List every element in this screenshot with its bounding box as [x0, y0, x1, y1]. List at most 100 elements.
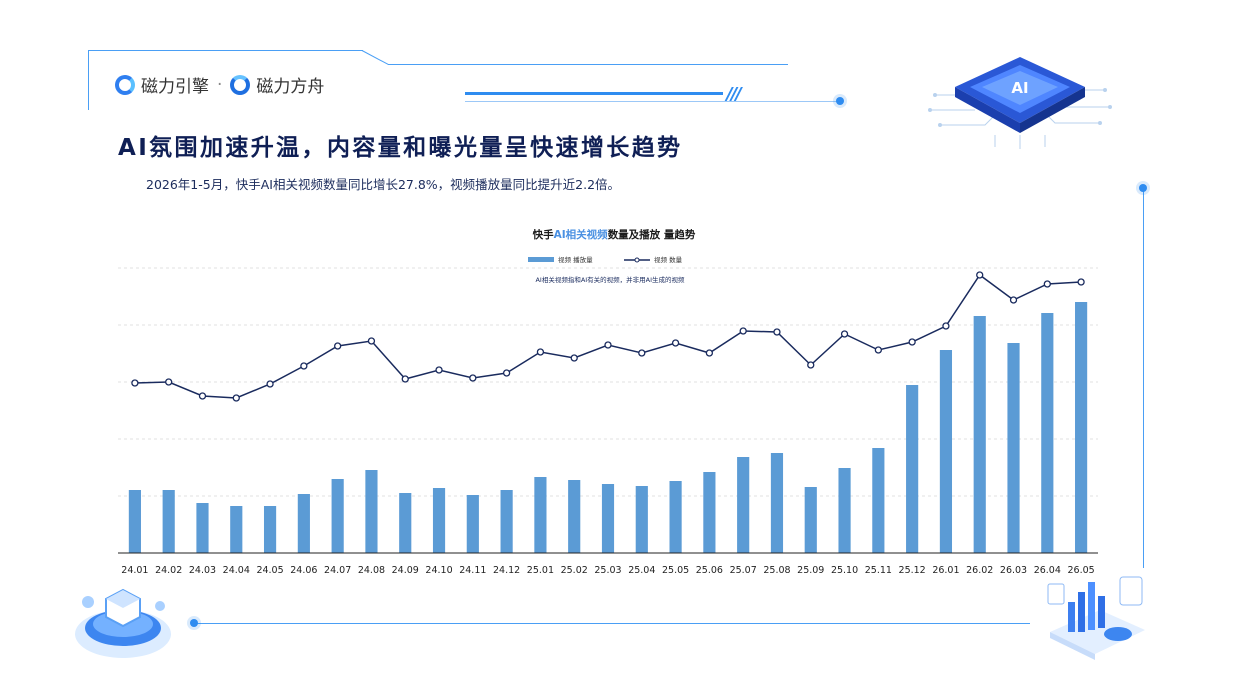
- x-tick-label: 25.08: [763, 565, 790, 576]
- line-point-24.09: [401, 375, 409, 383]
- line-point-24.12: [502, 369, 511, 377]
- x-tick-label: 24.06: [290, 565, 317, 576]
- line-point-26.01: [942, 322, 950, 330]
- line-point-26.03: [1009, 296, 1018, 304]
- x-tick-label: 25.09: [797, 565, 824, 576]
- line-point-26.04: [1043, 280, 1051, 288]
- x-tick-label: 24.11: [459, 565, 486, 576]
- legend-bar-label: 视频 播放量: [558, 255, 593, 264]
- line-point-24.07: [334, 342, 342, 350]
- bar-25.12: [906, 385, 919, 553]
- x-tick-label: 25.04: [628, 565, 655, 576]
- bar-24.02: [162, 490, 175, 553]
- bar-series: [128, 302, 1088, 553]
- x-tick-label: 25.06: [696, 565, 723, 576]
- line-point-25.02: [570, 354, 578, 362]
- x-tick-label: 25.12: [899, 565, 926, 576]
- x-tick-label: 26.03: [1000, 565, 1027, 576]
- x-tick-label: 24.07: [324, 565, 351, 576]
- bar-25.04: [635, 486, 648, 553]
- x-tick-label: 24.04: [223, 565, 250, 576]
- chart-note: AI相关视频指和AI有关的视频，并非用AI生成的视频: [535, 275, 685, 284]
- bar-25.03: [601, 484, 615, 553]
- line-point-24.10: [435, 366, 443, 374]
- x-tick-label: 24.09: [392, 565, 419, 576]
- line-point-25.07: [739, 327, 747, 335]
- bar-24.05: [263, 506, 277, 553]
- x-tick-label: 26.02: [966, 565, 993, 576]
- bar-26.03: [1007, 343, 1020, 553]
- chart-title-suffix: 数量及播放 量趋势: [607, 228, 696, 241]
- bar-25.08: [770, 453, 784, 553]
- bar-25.02: [568, 480, 581, 553]
- chart-title-prefix: 快手: [532, 228, 554, 241]
- chart-legend: 视频 播放量 视频 数量: [528, 255, 683, 264]
- bar-25.07: [737, 457, 750, 553]
- line-point-26.05: [1077, 278, 1085, 286]
- line-point-26.02: [976, 271, 984, 279]
- line-point-24.08: [367, 337, 376, 345]
- bar-26.01: [939, 350, 953, 553]
- bar-24.04: [230, 506, 243, 553]
- bar-25.11: [872, 448, 885, 553]
- x-tick-label: 25.01: [527, 565, 554, 576]
- x-tick-label: 25.02: [561, 565, 588, 576]
- bar-24.08: [365, 470, 378, 553]
- x-tick-label: 24.02: [155, 565, 182, 576]
- line-point-25.04: [638, 349, 646, 357]
- x-tick-label: 24.05: [256, 565, 283, 576]
- bar-24.07: [331, 479, 344, 553]
- x-tick-label: 25.10: [831, 565, 858, 576]
- bar-25.10: [838, 468, 851, 553]
- bar-24.11: [466, 495, 479, 553]
- line-point-24.05: [266, 380, 274, 388]
- bar-26.05: [1075, 302, 1088, 553]
- line-point-25.12: [908, 338, 916, 346]
- line-point-25.06: [705, 349, 714, 357]
- x-tick-label: 26.04: [1034, 565, 1061, 576]
- x-tick-label: 24.01: [121, 565, 148, 576]
- line-path: [134, 273, 1082, 399]
- line-point-24.06: [300, 362, 308, 370]
- bar-25.06: [703, 472, 716, 553]
- line-point-24.01: [131, 379, 139, 387]
- line-point-24.02: [165, 378, 173, 386]
- x-tick-label: 25.03: [594, 565, 621, 576]
- x-tick-label: 25.11: [865, 565, 892, 576]
- x-tick-label: 24.10: [425, 565, 452, 576]
- legend-line-marker: [634, 257, 640, 263]
- bar-24.01: [128, 490, 141, 553]
- x-tick-label: 24.08: [358, 565, 385, 576]
- chart-title-highlight: AI相关视频: [554, 228, 609, 241]
- chart-title: 快手AI相关视频数量及播放 量趋势: [532, 228, 696, 241]
- bar-25.09: [804, 487, 817, 553]
- bar-25.01: [534, 477, 547, 553]
- x-tick-label: 25.07: [730, 565, 757, 576]
- line-point-25.09: [807, 361, 815, 369]
- bar-24.06: [297, 494, 310, 553]
- x-tick-labels: 24.01 24.02 24.03 24.04 24.05 24.06 24.07 24.08…: [121, 565, 1094, 576]
- x-tick-label: 25.05: [662, 565, 689, 576]
- line-point-25.10: [840, 330, 849, 338]
- bar-24.03: [196, 503, 209, 553]
- x-tick-label: 24.03: [189, 565, 216, 576]
- x-tick-label: 24.12: [493, 565, 520, 576]
- line-point-25.05: [671, 339, 680, 347]
- bar-26.04: [1041, 313, 1054, 553]
- bar-24.09: [399, 493, 412, 553]
- line-point-25.08: [773, 328, 781, 336]
- x-tick-label: 26.05: [1068, 565, 1095, 576]
- bar-25.05: [669, 481, 682, 553]
- bar-24.10: [432, 488, 446, 553]
- trend-chart: 快手AI相关视频数量及播放 量趋势 视频 播放量 视频 数量 AI相关视频指和A…: [118, 228, 1098, 576]
- bar-24.12: [500, 490, 513, 553]
- bar-26.02: [973, 316, 986, 553]
- line-point-24.04: [232, 394, 240, 402]
- x-tick-label: 26.01: [932, 565, 959, 576]
- legend-bar-swatch: [528, 257, 554, 262]
- line-point-25.01: [536, 348, 545, 356]
- line-point-24.11: [469, 374, 477, 382]
- line-point-24.03: [198, 392, 207, 400]
- line-point-25.11: [874, 346, 882, 354]
- legend-line-label: 视频 数量: [654, 255, 683, 264]
